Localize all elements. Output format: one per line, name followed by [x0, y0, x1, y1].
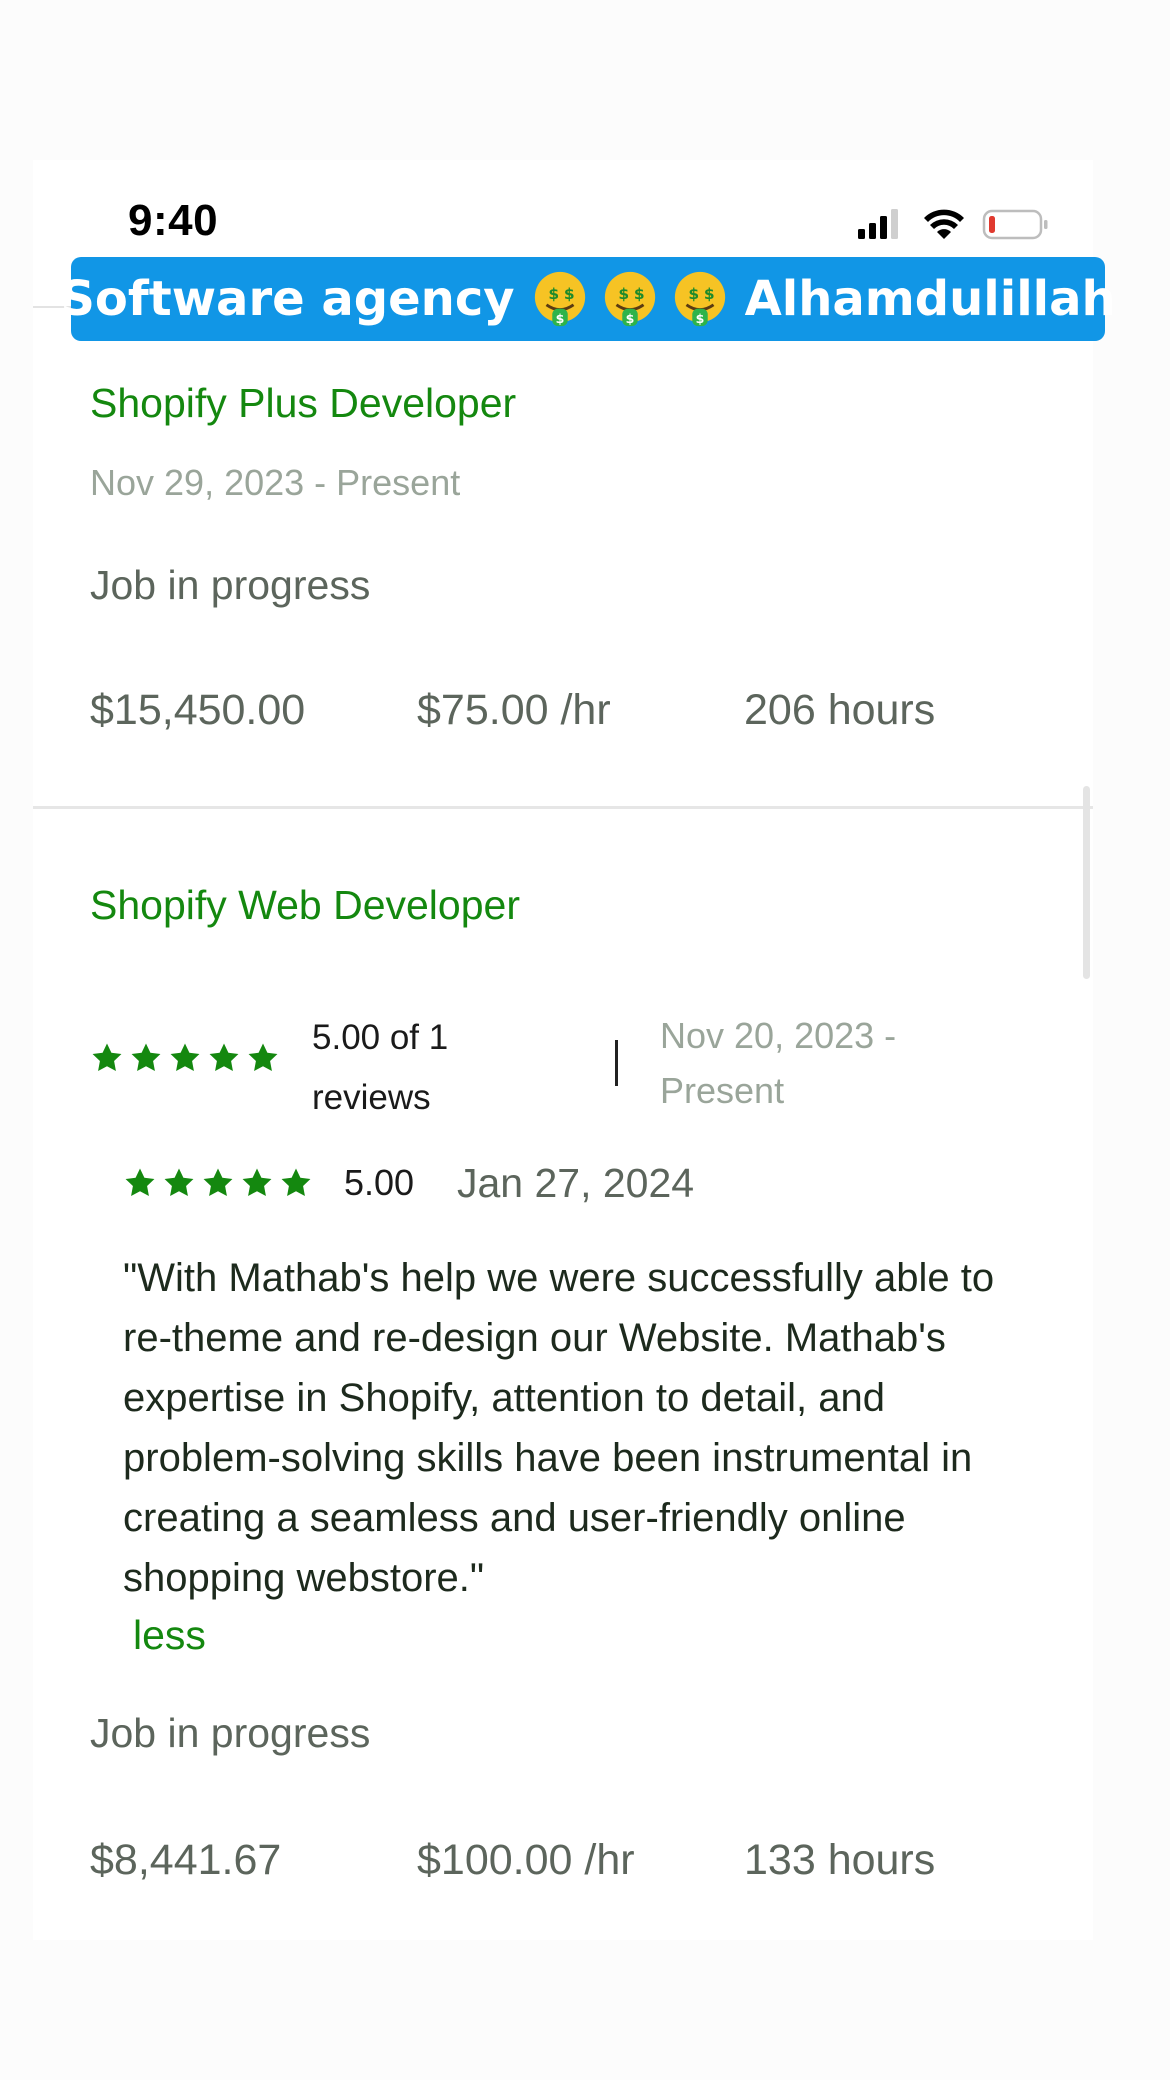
banner-text-before: Software agency — [60, 271, 515, 327]
job-title-link[interactable]: Shopify Plus Developer — [90, 380, 516, 427]
job-status: Job in progress — [90, 562, 371, 608]
svg-text:$: $ — [695, 311, 704, 326]
star-icon — [131, 1043, 161, 1072]
vertical-separator — [615, 1040, 618, 1086]
job-hours: 133 hours — [744, 1836, 936, 1884]
job-hours: 206 hours — [744, 686, 936, 734]
star-icon — [170, 1043, 200, 1072]
job-earned: $8,441.67 — [90, 1836, 282, 1884]
money-mouth-face-icon: $ $ $ — [671, 270, 729, 328]
overlay-banner: Software agency $ $ $ $ $ $ $ $ $ Alhamdulilla… — [60, 257, 1116, 341]
star-icon — [248, 1043, 278, 1072]
svg-text:$: $ — [625, 311, 634, 326]
less-link[interactable]: less — [133, 1612, 206, 1659]
svg-text:$: $ — [618, 285, 629, 303]
star-icon — [203, 1168, 233, 1197]
job-earned: $15,450.00 — [90, 686, 306, 734]
svg-text:$: $ — [633, 285, 644, 303]
svg-text:$: $ — [703, 285, 714, 303]
banner-text-after: Alhamdulillah — [744, 271, 1116, 327]
status-icons — [858, 205, 1048, 250]
job-rate: $100.00 /hr — [417, 1836, 635, 1884]
money-mouth-face-icon: $ $ $ — [531, 270, 589, 328]
star-icon — [242, 1168, 272, 1197]
review-score: 5.00 — [344, 1162, 415, 1203]
star-icon — [164, 1168, 194, 1197]
job-title-link[interactable]: Shopify Web Developer — [90, 882, 520, 929]
rating-stars — [90, 1041, 280, 1075]
review-stars — [123, 1166, 313, 1200]
review-text: "With Mathab's help we were successfully… — [123, 1256, 995, 1600]
job-status: Job in progress — [90, 1710, 371, 1756]
star-icon — [125, 1168, 155, 1197]
signal-icon — [858, 209, 898, 239]
star-icon — [209, 1043, 239, 1072]
rating-summary: 5.00 of 1 reviews — [312, 1018, 449, 1117]
svg-text:$: $ — [688, 285, 699, 303]
star-icon — [92, 1043, 122, 1072]
svg-text:$: $ — [563, 285, 574, 303]
status-time: 9:40 — [128, 196, 219, 245]
svg-text:$: $ — [548, 285, 559, 303]
job-rate: $75.00 /hr — [417, 686, 611, 734]
job-dates: Nov 20, 2023 - Present — [660, 1015, 897, 1111]
wifi-icon — [924, 209, 964, 239]
scrollbar[interactable] — [1083, 786, 1090, 979]
star-icon — [281, 1168, 311, 1197]
svg-text:$: $ — [555, 311, 564, 326]
section-divider — [33, 806, 1093, 809]
job-dates: Nov 29, 2023 - Present — [90, 462, 461, 503]
money-mouth-face-icon: $ $ $ — [601, 270, 659, 328]
battery-icon — [982, 209, 1048, 240]
review-date: Jan 27, 2024 — [457, 1160, 695, 1206]
